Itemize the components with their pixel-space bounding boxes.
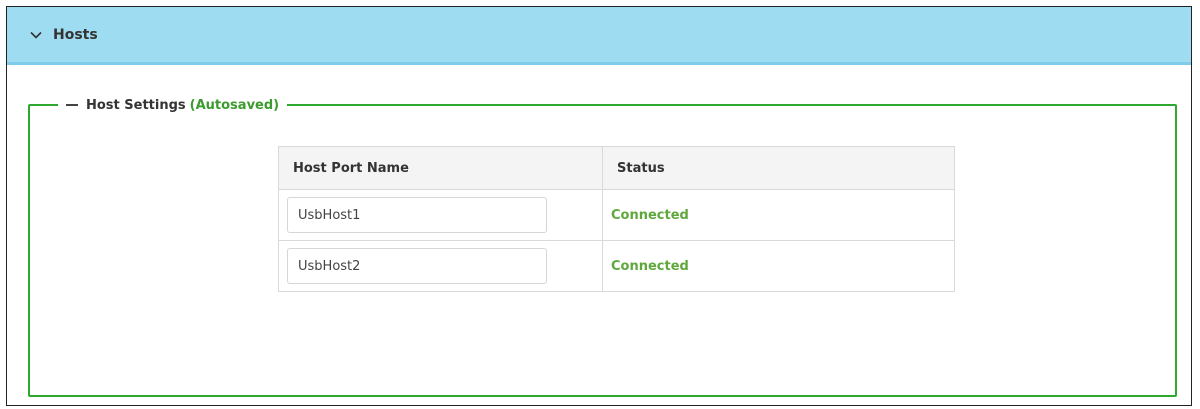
status-cell: Connected <box>602 189 955 241</box>
host-port-name-input-2[interactable] <box>287 248 547 284</box>
table-row: Connected <box>278 240 955 292</box>
minus-icon[interactable] <box>66 104 78 106</box>
chevron-down-icon <box>30 31 42 39</box>
hosts-panel: Hosts Host Settings (Autosaved) Host Por… <box>6 6 1192 406</box>
panel-title: Hosts <box>53 26 98 43</box>
section-title: Host Settings <box>86 97 186 113</box>
host-settings-legend: Host Settings (Autosaved) <box>58 96 288 114</box>
status-cell: Connected <box>602 240 955 292</box>
host-port-name-input-1[interactable] <box>287 197 547 233</box>
panel-bottom-border <box>6 405 1192 406</box>
hosts-panel-header[interactable]: Hosts <box>7 7 1191 65</box>
host-name-cell <box>278 240 603 292</box>
table-row: Connected <box>278 189 955 241</box>
host-name-cell <box>278 189 603 241</box>
hosts-table-wrap: Host Port Name Status Connected <box>278 146 955 292</box>
hosts-table: Host Port Name Status Connected <box>278 146 955 292</box>
host-settings-fieldset: Host Settings (Autosaved) Host Port Name… <box>28 96 1177 397</box>
column-header-status: Status <box>602 146 955 190</box>
column-header-host-port-name: Host Port Name <box>278 146 603 190</box>
table-header-row: Host Port Name Status <box>278 146 955 190</box>
autosave-label: (Autosaved) <box>189 97 280 113</box>
